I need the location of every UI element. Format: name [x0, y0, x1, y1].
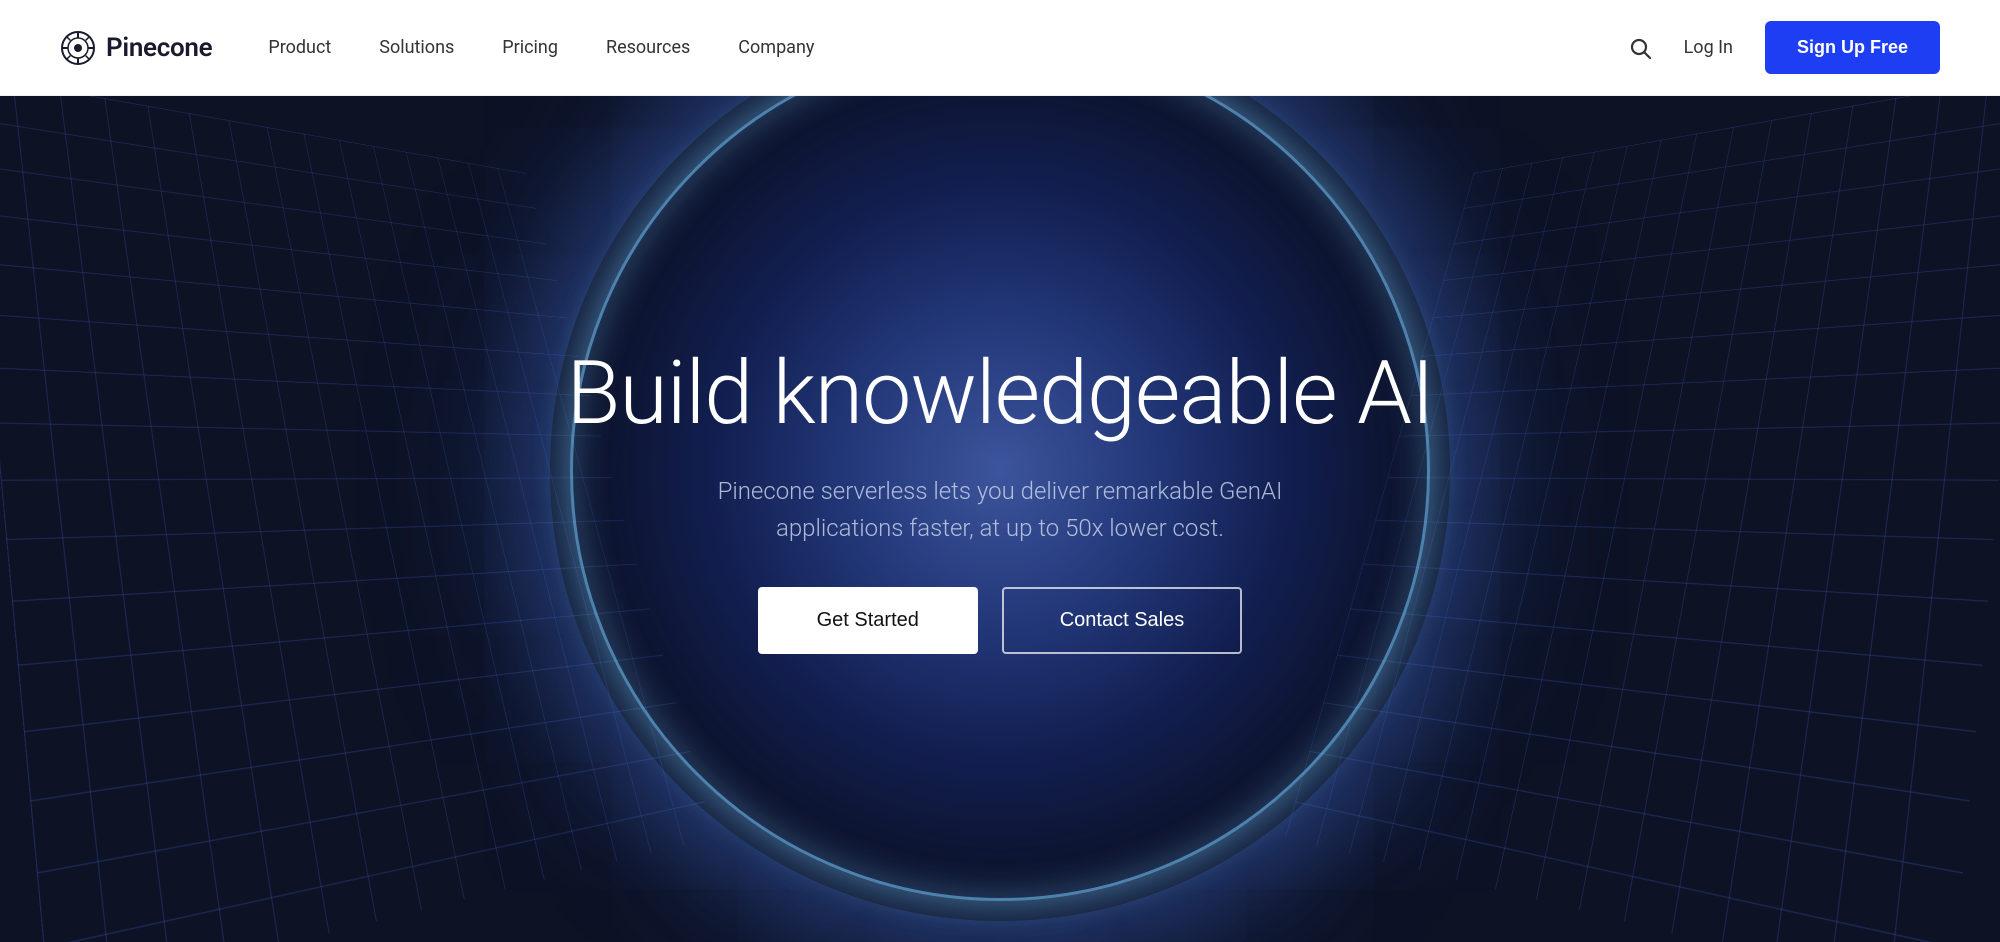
nav-link-company[interactable]: Company [738, 37, 814, 58]
nav-item-product[interactable]: Product [268, 37, 331, 58]
nav-link-product[interactable]: Product [268, 37, 331, 58]
hero-buttons: Get Started Contact Sales [758, 587, 1243, 654]
hero-section: Build knowledgeable AI Pinecone serverle… [0, 0, 2000, 942]
logo-text: Pinecone [106, 33, 212, 63]
nav-item-resources[interactable]: Resources [606, 37, 690, 58]
search-button[interactable] [1628, 36, 1652, 60]
hero-subtitle: Pinecone serverless lets you deliver rem… [660, 473, 1340, 547]
contact-sales-button[interactable]: Contact Sales [1002, 587, 1243, 654]
navbar: Pinecone Product Solutions Pricing Resou… [0, 0, 2000, 96]
navbar-right: Log In Sign Up Free [1628, 21, 1940, 74]
signup-button[interactable]: Sign Up Free [1765, 21, 1940, 74]
nav-item-pricing[interactable]: Pricing [502, 37, 558, 58]
nav-item-solutions[interactable]: Solutions [379, 37, 454, 58]
nav-links: Product Solutions Pricing Resources Comp… [268, 37, 814, 58]
login-link[interactable]: Log In [1684, 37, 1733, 58]
nav-item-company[interactable]: Company [738, 37, 814, 58]
get-started-button[interactable]: Get Started [758, 587, 978, 654]
nav-link-pricing[interactable]: Pricing [502, 37, 558, 58]
logo-icon [60, 30, 96, 66]
navbar-left: Pinecone Product Solutions Pricing Resou… [60, 30, 814, 66]
logo[interactable]: Pinecone [60, 30, 212, 66]
hero-content: Build knowledgeable AI Pinecone serverle… [566, 348, 1433, 654]
nav-link-solutions[interactable]: Solutions [379, 37, 454, 58]
hero-title: Build knowledgeable AI [566, 348, 1433, 440]
search-icon [1628, 36, 1652, 60]
nav-link-resources[interactable]: Resources [606, 37, 690, 58]
